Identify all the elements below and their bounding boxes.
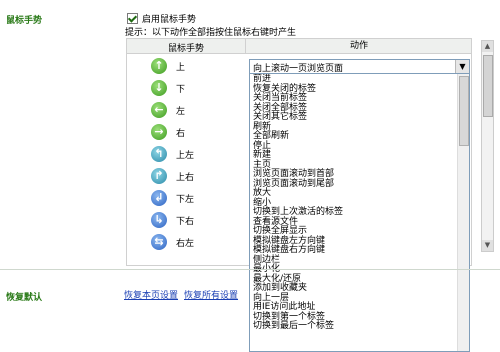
gesture-name: 下右 [176,217,195,227]
down-left-arrow-icon: ↲ [151,190,167,206]
dropdown-option[interactable]: 浏览页面滚动到尾部 [253,179,453,190]
column-header-action: 动作 [245,39,472,53]
dropdown-option[interactable]: 关闭其它标签 [253,112,453,123]
dropdown-option[interactable]: 新建 [253,150,453,161]
chevron-down-icon[interactable]: ▼ [455,60,469,73]
scroll-up-icon[interactable]: ▲ [482,41,493,52]
dropdown-option[interactable]: 侧边栏 [253,255,453,266]
dropdown-option[interactable]: 全部刷新 [253,131,453,142]
gesture-name: 上 [176,63,186,73]
dropdown-option[interactable]: 切换到最后一个标签 [253,321,453,332]
table-scroll-thumb[interactable] [483,55,493,117]
gesture-name: 上左 [176,151,195,161]
hint-text: 提示：以下动作全部指按住鼠标右键时产生 [125,28,297,38]
action-select[interactable]: 向上滚动一页浏览页面 ▼ [249,59,470,74]
gesture-name: 右左 [176,239,195,249]
enable-gesture-label[interactable]: 启用鼠标手势 [142,12,196,25]
section-title-mouse-gesture: 鼠标手势 [6,16,43,26]
up-left-arrow-icon: ↰ [151,146,167,162]
restore-page-settings-link[interactable]: 恢复本页设置 [124,288,178,301]
dropdown-scroll-thumb[interactable] [459,76,469,146]
gesture-name: 左 [176,107,186,117]
down-right-arrow-icon: ↳ [151,212,167,228]
enable-gesture-row[interactable]: 启用鼠标手势 [127,12,196,25]
left-arrow-icon: ← [151,102,167,118]
gesture-name: 下 [176,85,186,95]
dropdown-options: 前进 恢复关闭的标签 关闭当前标签 关闭全部标签 关闭其它标签 刷新 全部刷新 停止 新建 主页浏… [253,74,453,332]
dropdown-option[interactable]: 放大 [253,188,453,199]
dropdown-option[interactable]: 停止 [253,141,453,152]
table-header: 鼠标手势 动作 [127,39,471,54]
dropdown-option[interactable]: 模拟键盘右方向键 [253,245,453,256]
up-arrow-icon: ↑ [151,58,167,74]
enable-gesture-checkbox[interactable] [127,13,138,24]
action-dropdown-list[interactable]: 前进 恢复关闭的标签 关闭当前标签 关闭全部标签 关闭其它标签 刷新 全部刷新 停止 新建 主页浏… [249,73,470,352]
divider [0,269,500,270]
down-arrow-icon: ↓ [151,80,167,96]
column-header-gesture: 鼠标手势 [167,44,204,54]
gesture-name: 右 [176,129,186,139]
up-right-arrow-icon: ↱ [151,168,167,184]
section-title-restore-defaults: 恢复默认 [6,293,43,303]
dropdown-scrollbar[interactable] [457,74,469,351]
right-left-arrow-icon: ⇆ [151,234,167,250]
restore-all-settings-link[interactable]: 恢复所有设置 [184,288,238,301]
gesture-name: 下左 [176,195,195,205]
gesture-name: 上右 [176,173,195,183]
right-arrow-icon: → [151,124,167,140]
table-scrollbar[interactable]: ▲ ▼ [481,40,494,252]
scroll-down-icon[interactable]: ▼ [482,240,493,251]
